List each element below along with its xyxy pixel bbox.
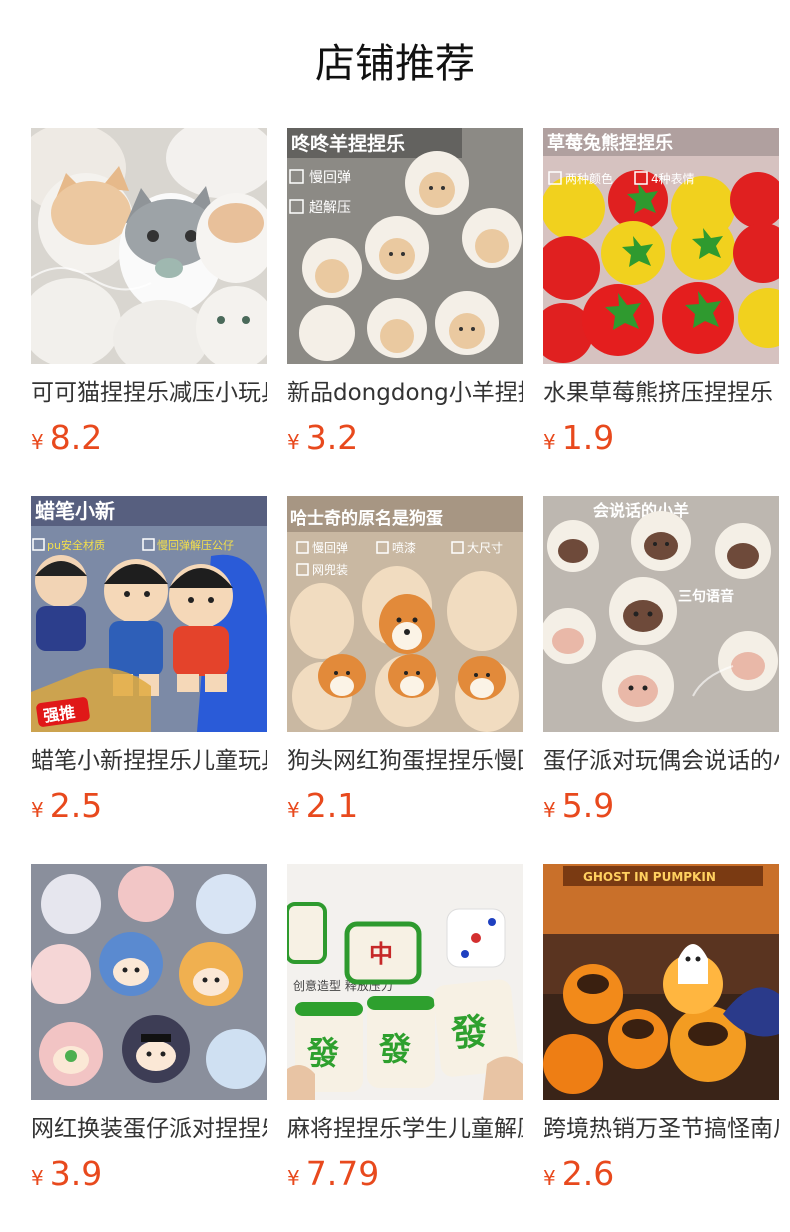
feature-check: 两种颜色 — [565, 171, 613, 186]
banner-text: 咚咚羊捏捏乐 — [291, 132, 405, 155]
feature-check: 大尺寸 — [467, 541, 503, 555]
svg-text:發: 發 — [378, 1030, 411, 1068]
feature-check: 4种表情 — [651, 172, 695, 186]
feature-check: pu安全材质 — [47, 538, 105, 552]
currency-symbol: ¥ — [287, 430, 300, 454]
product-card[interactable]: 蜡笔小新 pu安全材质 慢回弹解压公仔 强推 蜡笔小新捏捏乐儿童玩具 ¥2.5 — [31, 496, 267, 826]
product-image[interactable]: 草莓兔熊捏捏乐 两种颜色 4种表情 — [543, 128, 779, 364]
product-image[interactable] — [31, 128, 267, 364]
svg-text:發: 發 — [448, 1011, 489, 1056]
product-price: ¥1.9 — [543, 416, 779, 466]
product-name[interactable]: 新品dongdong小羊捏捏乐 — [287, 376, 523, 410]
product-card[interactable]: 咚咚羊捏捏乐 慢回弹 超解压 新品dongdong小羊捏捏乐 ¥3.2 — [287, 128, 523, 458]
product-price: ¥3.9 — [31, 1152, 267, 1202]
feature-check: 慢回弹 — [312, 541, 348, 555]
product-price: ¥2.5 — [31, 784, 267, 834]
product-image[interactable] — [31, 864, 267, 1100]
currency-symbol: ¥ — [543, 798, 556, 822]
banner-text: 草莓兔熊捏捏乐 — [547, 132, 673, 154]
currency-symbol: ¥ — [543, 1166, 556, 1190]
product-image[interactable]: GHOST IN PUMPKIN — [543, 864, 779, 1100]
product-name[interactable]: 水果草莓熊挤压捏捏乐 — [543, 376, 779, 410]
product-card[interactable]: 网红换装蛋仔派对捏捏乐 ¥3.9 — [31, 864, 267, 1194]
product-name[interactable]: 跨境热销万圣节搞怪南瓜 — [543, 1112, 779, 1146]
product-image[interactable]: 蜡笔小新 pu安全材质 慢回弹解压公仔 强推 — [31, 496, 267, 732]
product-price: ¥8.2 — [31, 416, 267, 466]
feature-check: 喷漆 — [392, 541, 416, 555]
feature-check: 超解压 — [309, 200, 351, 216]
product-card[interactable]: 会说话的小羊 三句语音 蛋仔派对玩偶会说话的小羊 ¥5.9 — [543, 496, 779, 826]
product-price: ¥2.6 — [543, 1152, 779, 1202]
product-name[interactable]: 蜡笔小新捏捏乐儿童玩具 — [31, 744, 267, 778]
currency-symbol: ¥ — [31, 430, 44, 454]
svg-text:中: 中 — [369, 940, 393, 968]
currency-symbol: ¥ — [31, 798, 44, 822]
currency-symbol: ¥ — [287, 1166, 300, 1190]
currency-symbol: ¥ — [287, 798, 300, 822]
product-price: ¥2.1 — [287, 784, 523, 834]
banner-text: GHOST IN PUMPKIN — [583, 870, 716, 884]
product-card[interactable]: 创意造型 释放压力 中 發 發 發 麻将捏捏乐学生儿童解压 ¥7.79 — [287, 864, 523, 1194]
product-name[interactable]: 网红换装蛋仔派对捏捏乐 — [31, 1112, 267, 1146]
product-name[interactable]: 麻将捏捏乐学生儿童解压 — [287, 1112, 523, 1146]
product-name[interactable]: 可可猫捏捏乐减压小玩具 — [31, 376, 267, 410]
svg-text:發: 發 — [306, 1034, 339, 1072]
product-image[interactable]: 创意造型 释放压力 中 發 發 發 — [287, 864, 523, 1100]
feature-check: 慢回弹解压公仔 — [157, 538, 234, 552]
product-image[interactable]: 咚咚羊捏捏乐 慢回弹 超解压 — [287, 128, 523, 364]
feature-check: 慢回弹 — [309, 169, 351, 186]
product-card[interactable]: 哈士奇的原名是狗蛋 慢回弹 喷漆 大尺寸 网兜装 狗头网红狗蛋捏捏乐慢 ¥ 2.… — [287, 496, 523, 826]
feature-check: 网兜装 — [312, 562, 348, 577]
banner-text: 蜡笔小新 — [35, 499, 115, 523]
price-value: 8.2 — [49, 418, 103, 457]
page-title: 店铺推荐 — [315, 41, 475, 87]
banner-text: 哈士奇的原名是狗蛋 — [290, 508, 443, 529]
price-value: 2.5 — [49, 786, 103, 825]
product-price: ¥3.2 — [287, 416, 523, 466]
product-price: ¥5.9 — [543, 784, 779, 834]
price-value: 2.6 — [561, 1154, 615, 1193]
currency-symbol: ¥ — [31, 1166, 44, 1190]
product-card[interactable]: 可可猫捏捏乐减压小玩具 ¥8.2 — [31, 128, 267, 458]
product-price: ¥7.79 — [287, 1152, 523, 1202]
price-value: 3.9 — [49, 1154, 103, 1193]
price-value: 2.1 — [305, 786, 359, 825]
price-value: 3.2 — [305, 418, 359, 457]
product-name[interactable]: 狗头网红狗蛋捏捏乐慢回弹 — [287, 744, 523, 778]
product-name[interactable]: 蛋仔派对玩偶会说话的小羊 — [543, 744, 779, 778]
product-card[interactable]: 草莓兔熊捏捏乐 两种颜色 4种表情 水果草莓熊挤压捏捏乐 ¥ 1.9 — [543, 128, 779, 458]
product-image[interactable]: 会说话的小羊 三句语音 — [543, 496, 779, 732]
currency-symbol: ¥ — [543, 430, 556, 454]
product-image[interactable]: 哈士奇的原名是狗蛋 慢回弹 喷漆 大尺寸 网兜装 — [287, 496, 523, 732]
price-value: 1.9 — [561, 418, 615, 457]
product-card[interactable]: GHOST IN PUMPKIN 跨境热销万圣节搞怪南瓜 ¥2.6 — [543, 864, 779, 1194]
banner-text: 三句语音 — [678, 588, 734, 605]
price-value: 7.79 — [305, 1154, 380, 1193]
price-value: 5.9 — [561, 786, 615, 825]
